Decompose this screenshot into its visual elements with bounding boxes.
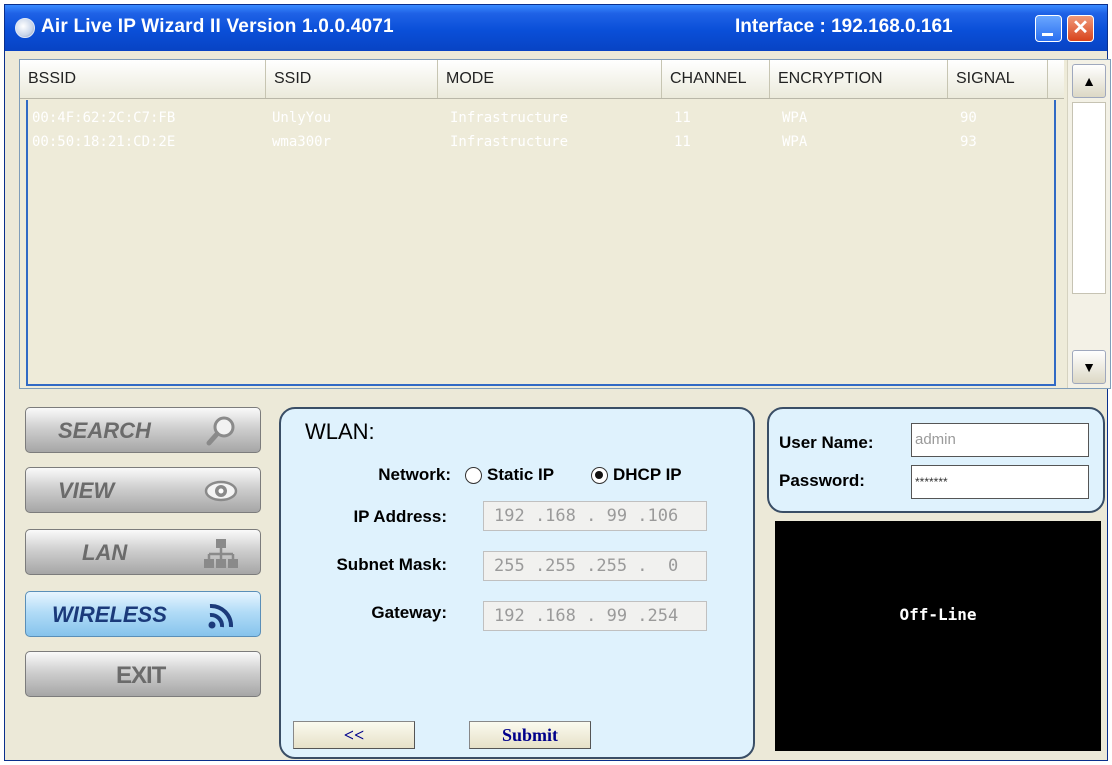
gateway-field[interactable]: 192 .168 . 99 .254	[483, 601, 707, 631]
view-button-label: VIEW	[58, 478, 115, 503]
scroll-up-button[interactable]: ▲	[1072, 64, 1106, 98]
login-panel: User Name: admin Password: *******	[767, 407, 1105, 513]
minimize-icon	[1042, 33, 1053, 36]
username-input[interactable]: admin	[911, 423, 1089, 457]
cell-ssid: wma300r	[272, 134, 332, 150]
exit-button-label: EXIT	[116, 662, 166, 689]
wlan-title: WLAN:	[305, 419, 375, 444]
list-header: BSSID SSID MODE CHANNEL ENCRYPTION SIGNA…	[20, 60, 1064, 99]
password-input[interactable]: *******	[911, 465, 1089, 499]
cell-signal: 90	[960, 110, 977, 126]
view-button[interactable]: VIEW	[25, 467, 261, 513]
preview-status: Off-Line	[899, 605, 977, 624]
arrow-up-icon: ▲	[1082, 73, 1096, 89]
ip-address-label: IP Address:	[353, 507, 447, 526]
title-bar[interactable]: Air Live IP Wizard II Version 1.0.0.4071…	[5, 5, 1107, 51]
scroll-down-button[interactable]: ▼	[1072, 350, 1106, 384]
wireless-network-list[interactable]: BSSID SSID MODE CHANNEL ENCRYPTION SIGNA…	[19, 59, 1111, 389]
minimize-button[interactable]	[1035, 15, 1062, 42]
dhcp-ip-radio[interactable]	[591, 467, 608, 484]
username-label: User Name:	[779, 433, 874, 452]
cell-bssid: 00:50:18:21:CD:2E	[32, 134, 176, 150]
wireless-button[interactable]: WIRELESS	[25, 591, 261, 637]
lan-button[interactable]: LAN	[25, 529, 261, 575]
cell-channel: 11	[674, 110, 691, 126]
cell-channel: 11	[674, 134, 691, 150]
radio-selected-dot	[595, 471, 603, 479]
cell-encryption: WPA	[782, 110, 808, 126]
cell-mode: Infrastructure	[450, 110, 569, 126]
window-title: Air Live IP Wizard II Version 1.0.0.4071	[41, 16, 394, 37]
static-ip-label[interactable]: Static IP	[487, 465, 554, 485]
network-label: Network:	[378, 465, 451, 484]
back-button[interactable]: <<	[293, 721, 415, 749]
wifi-signal-icon	[208, 604, 233, 629]
app-window: Air Live IP Wizard II Version 1.0.0.4071…	[4, 4, 1111, 761]
wlan-settings-panel: WLAN: Network: Static IP DHCP IP IP Addr…	[279, 407, 755, 759]
submit-button[interactable]: Submit	[469, 721, 591, 749]
app-logo-icon	[15, 18, 35, 38]
table-row[interactable]: 00:50:18:21:CD:2E wma300r Infrastructure…	[28, 132, 1058, 154]
network-topology-icon	[204, 539, 238, 568]
magnifier-icon	[206, 416, 235, 446]
close-icon: ✕	[1072, 17, 1089, 39]
interface-address: Interface : 192.168.0.161	[735, 16, 953, 37]
column-header-ssid[interactable]: SSID	[266, 60, 438, 98]
exit-button[interactable]: EXIT	[25, 651, 261, 697]
arrow-down-icon: ▼	[1082, 359, 1096, 375]
column-header-encryption[interactable]: ENCRYPTION	[770, 60, 948, 98]
eye-icon	[204, 480, 238, 502]
scroll-thumb[interactable]	[1072, 102, 1106, 294]
password-label: Password:	[779, 471, 865, 490]
subnet-mask-label: Subnet Mask:	[336, 555, 447, 574]
gateway-label: Gateway:	[371, 603, 447, 622]
cell-bssid: 00:4F:62:2C:C7:FB	[32, 110, 176, 126]
camera-preview: Off-Line	[775, 521, 1101, 751]
list-body: 00:4F:62:2C:C7:FB UnlyYou Infrastructure…	[26, 100, 1056, 386]
wireless-button-label: WIRELESS	[52, 602, 167, 627]
cell-mode: Infrastructure	[450, 134, 569, 150]
column-header-bssid[interactable]: BSSID	[20, 60, 266, 98]
subnet-mask-field[interactable]: 255 .255 .255 . 0	[483, 551, 707, 581]
cell-encryption: WPA	[782, 134, 808, 150]
ip-address-field[interactable]: 192 .168 . 99 .106	[483, 501, 707, 531]
lan-button-label: LAN	[82, 540, 128, 565]
static-ip-radio[interactable]	[465, 467, 482, 484]
cell-signal: 93	[960, 134, 977, 150]
search-button-label: SEARCH	[58, 418, 151, 443]
table-row[interactable]: 00:4F:62:2C:C7:FB UnlyYou Infrastructure…	[28, 108, 1058, 130]
close-button[interactable]: ✕	[1067, 15, 1094, 42]
column-header-signal[interactable]: SIGNAL	[948, 60, 1048, 98]
cell-ssid: UnlyYou	[272, 110, 332, 126]
column-header-mode[interactable]: MODE	[438, 60, 662, 98]
search-button[interactable]: SEARCH	[25, 407, 261, 453]
column-header-channel[interactable]: CHANNEL	[662, 60, 770, 98]
vertical-scrollbar[interactable]: ▲ ▼	[1067, 60, 1110, 388]
dhcp-ip-label[interactable]: DHCP IP	[613, 465, 682, 485]
